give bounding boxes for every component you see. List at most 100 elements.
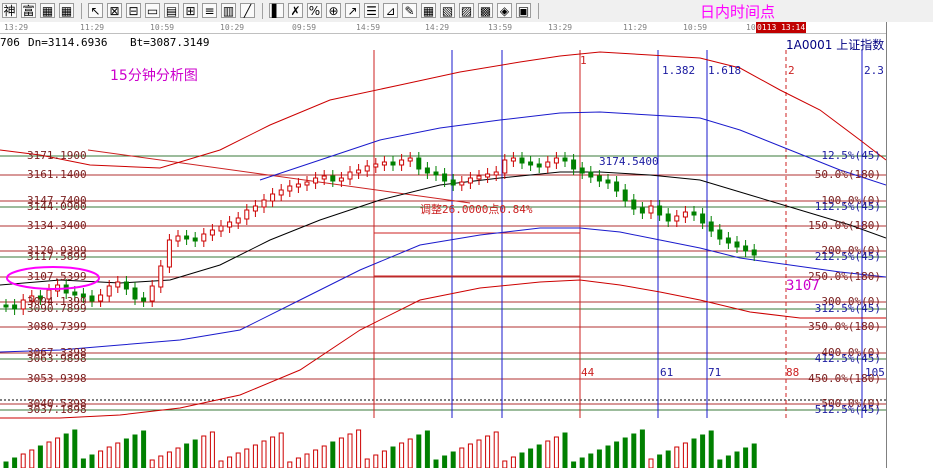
candle-body xyxy=(287,185,293,192)
hist-button[interactable]: 神 xyxy=(2,3,17,18)
candle-body xyxy=(270,193,276,202)
candle-body xyxy=(639,207,645,214)
table-view-button[interactable]: ▦ xyxy=(59,3,74,18)
left-level-label: 3053.9398 xyxy=(27,372,87,385)
volume-bar xyxy=(287,461,293,468)
right-level-label: 350.0%(180) xyxy=(808,320,881,333)
candle-body xyxy=(381,161,387,166)
volume-bar xyxy=(98,450,104,468)
time-label: 10:59 xyxy=(683,23,708,32)
volume-bar xyxy=(244,448,250,468)
candle-body xyxy=(416,157,422,170)
right-level-label: 512.5%(45) xyxy=(814,403,881,416)
volume-bar xyxy=(184,443,190,468)
volume-bar xyxy=(424,430,430,468)
candle-body xyxy=(424,167,430,174)
current-time-highlight: 0113 13:14 xyxy=(756,22,807,33)
triangle-tool-icon[interactable]: ⊿ xyxy=(383,3,398,18)
volume-bar xyxy=(364,458,370,468)
volume-bar xyxy=(356,429,362,468)
candle-body xyxy=(261,199,267,208)
cycle-3-label: 2.3 xyxy=(864,64,884,77)
channel-tool-icon[interactable]: ◈ xyxy=(497,3,512,18)
box-tool-icon[interactable]: ⊟ xyxy=(126,3,141,18)
delete-tool-icon[interactable]: ✗ xyxy=(288,3,303,18)
lines-tool-icon[interactable]: ≡ xyxy=(202,3,217,18)
rich-button[interactable]: 富 xyxy=(21,3,36,18)
candle-body xyxy=(682,211,688,218)
volume-bar xyxy=(734,451,740,468)
volume-bar xyxy=(459,447,465,468)
volume-bar xyxy=(708,430,714,468)
count-a-label: 44 xyxy=(581,366,595,379)
adjust-annotation: 调整26.0000点0.84% xyxy=(420,203,533,216)
candle-body xyxy=(717,229,723,240)
candle-tool-icon[interactable]: ▌ xyxy=(269,3,284,18)
candle-body xyxy=(502,159,508,174)
volume-bar xyxy=(648,458,654,468)
candle-body xyxy=(459,181,465,186)
volume-bar xyxy=(295,457,301,468)
bars-tool-icon[interactable]: ▤ xyxy=(164,3,179,18)
candle-body xyxy=(132,287,138,300)
volume-bar xyxy=(123,438,129,468)
fan-tool-icon[interactable]: ▧ xyxy=(440,3,455,18)
high-price-label: 3174.5400 xyxy=(599,155,659,168)
right-level-label: 212.5%(45) xyxy=(814,250,881,263)
frame-tool-icon[interactable]: ▣ xyxy=(516,3,531,18)
candle-body xyxy=(227,221,233,228)
rect-tool-icon[interactable]: ▭ xyxy=(145,3,160,18)
candle-body xyxy=(184,235,190,240)
cycle-tool-icon[interactable]: ▩ xyxy=(478,3,493,18)
volume-bar xyxy=(416,434,422,468)
candle-body xyxy=(657,205,663,216)
grid-tool-icon[interactable]: ⊞ xyxy=(183,3,198,18)
list-tool-icon[interactable]: ☰ xyxy=(364,3,379,18)
right-level-label: 112.5%(45) xyxy=(814,200,881,213)
volume-bar xyxy=(149,459,155,468)
candle-body xyxy=(743,245,749,252)
time-label: 14:29 xyxy=(425,23,450,32)
candle-body xyxy=(313,177,319,184)
volume-bar xyxy=(450,451,456,468)
toolbar-title: 日内时间点 xyxy=(700,3,776,21)
volume-bar xyxy=(545,440,551,468)
arrow-tool-icon[interactable]: ↗ xyxy=(345,3,360,18)
index-label: 1A0001 上证指数 xyxy=(786,36,884,53)
pointer-tool-icon[interactable]: ↖ xyxy=(88,3,103,18)
grid-view-button[interactable]: ▦ xyxy=(40,3,55,18)
left-level-label: 3171.1900 xyxy=(27,149,87,162)
chart-canvas xyxy=(0,50,886,468)
candle-body xyxy=(244,209,250,220)
volume-bar xyxy=(536,444,542,468)
candle-body xyxy=(579,167,585,174)
count-e-label: 105 xyxy=(865,366,885,379)
percent-tool-icon[interactable]: % xyxy=(307,3,322,18)
current-price-label: 3107 xyxy=(786,278,820,294)
volume-bar xyxy=(622,437,628,468)
gann-tool-icon[interactable]: ▨ xyxy=(459,3,474,18)
candle-body xyxy=(106,285,112,297)
right-level-label: 312.5%(45) xyxy=(814,302,881,315)
time-label: 09:59 xyxy=(292,23,317,32)
candle-body xyxy=(209,229,215,236)
columns-tool-icon[interactable]: ▥ xyxy=(221,3,236,18)
count-d-label: 88 xyxy=(786,366,800,379)
volume-bar xyxy=(528,448,534,468)
cross-tool-icon[interactable]: ⊠ xyxy=(107,3,122,18)
candle-body xyxy=(536,163,542,168)
add-tool-icon[interactable]: ⊕ xyxy=(326,3,341,18)
header-dn: Dn=3114.6936 xyxy=(28,36,108,49)
pen-tool-icon[interactable]: ✎ xyxy=(402,3,417,18)
candle-body xyxy=(700,213,706,224)
volume-bar xyxy=(743,447,749,468)
fib-tool-icon[interactable]: ▦ xyxy=(421,3,436,18)
volume-bar xyxy=(338,437,344,468)
trend-tool-icon[interactable]: ╱ xyxy=(240,3,255,18)
volume-bar xyxy=(399,442,405,468)
volume-bar xyxy=(175,447,181,468)
volume-bar xyxy=(132,434,138,468)
candle-body xyxy=(407,157,413,162)
chart-subtitle: 15分钟分析图 xyxy=(110,68,198,84)
candle-body xyxy=(545,161,551,168)
